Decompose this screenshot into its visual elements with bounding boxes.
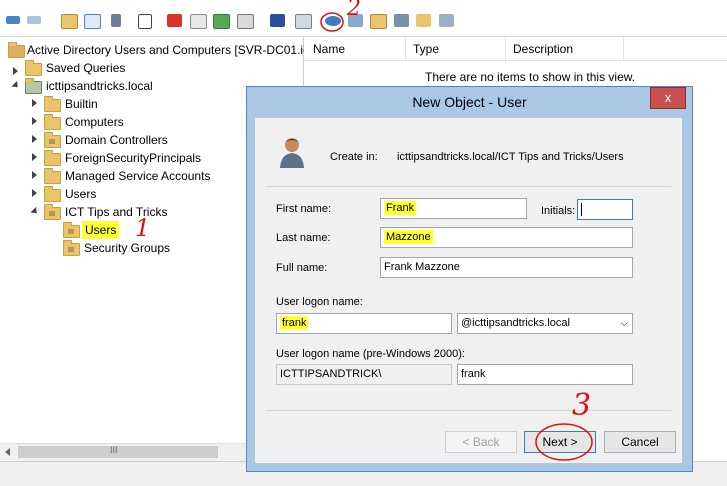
empty-list-message: There are no items to show in this view. xyxy=(425,70,636,84)
tree-root[interactable]: Active Directory Users and Computers [SV… xyxy=(27,41,309,59)
annotation-number-2: 2 xyxy=(347,0,361,21)
text-cursor xyxy=(581,203,582,216)
annotation-number-1: 1 xyxy=(135,214,151,242)
forward-icon[interactable] xyxy=(27,16,41,24)
help-icon[interactable] xyxy=(213,14,230,29)
expand-arrow-icon[interactable] xyxy=(32,99,37,107)
ou-icon xyxy=(44,132,61,148)
pre2000-domain-field: ICTTIPSANDTRICK\ xyxy=(276,364,452,385)
new-ou-icon[interactable] xyxy=(370,14,387,29)
column-divider[interactable] xyxy=(623,37,624,60)
delegate-icon[interactable] xyxy=(439,14,454,27)
ou-icon xyxy=(44,204,61,220)
tree-item-saved-queries[interactable]: Saved Queries xyxy=(46,59,125,77)
ou-icon xyxy=(63,222,80,238)
domain-suffix-value: @icttipsandtricks.local xyxy=(461,317,570,329)
pre2000-name-field[interactable]: frank xyxy=(457,364,633,385)
query-icon[interactable] xyxy=(416,14,431,27)
last-name-label: Last name: xyxy=(276,232,331,244)
tree-item-managed-service-accounts[interactable]: Managed Service Accounts xyxy=(65,167,210,185)
tree-item-security-groups[interactable]: Security Groups xyxy=(84,239,170,257)
folder-icon xyxy=(25,60,42,76)
first-name-value: Frank xyxy=(384,201,417,215)
view-icon[interactable] xyxy=(295,14,312,29)
first-name-field[interactable]: Frank xyxy=(380,198,527,219)
divider xyxy=(266,186,671,187)
tree-item-computers[interactable]: Computers xyxy=(65,113,124,131)
folder-icon xyxy=(44,96,61,112)
expand-arrow-icon[interactable] xyxy=(32,153,37,161)
scroll-left-arrow-icon[interactable] xyxy=(5,448,10,456)
annotation-circle-3 xyxy=(535,423,593,461)
new-object-user-dialog: New Object - User x Create in: icttipsan… xyxy=(246,86,693,472)
filter-icon[interactable] xyxy=(237,14,254,29)
close-icon[interactable]: x xyxy=(650,87,686,109)
expand-arrow-icon[interactable] xyxy=(32,171,37,179)
full-name-label: Full name: xyxy=(276,262,328,274)
refresh-icon[interactable] xyxy=(190,14,207,29)
domain-icon xyxy=(25,78,42,94)
tree-item-users[interactable]: Users xyxy=(65,185,96,203)
list-header: Name Type Description xyxy=(304,37,727,61)
divider xyxy=(266,410,671,411)
first-name-label: First name: xyxy=(276,203,332,215)
create-in-path: icttipsandtricks.local/ICT Tips and Tric… xyxy=(397,151,624,163)
scrollbar-thumb[interactable] xyxy=(18,446,218,458)
pre2000-label: User logon name (pre-Windows 2000): xyxy=(276,348,465,360)
dialog-title: New Object - User xyxy=(412,94,527,110)
create-in-label: Create in: xyxy=(330,151,378,163)
logon-name-label: User logon name: xyxy=(276,296,363,308)
tree-item-ict-tips-and-tricks[interactable]: ICT Tips and Tricks xyxy=(65,203,167,221)
export-icon[interactable] xyxy=(138,14,152,29)
tree-item-domain[interactable]: icttipsandtricks.local xyxy=(46,77,153,95)
initials-field[interactable] xyxy=(577,199,633,220)
expand-arrow-icon[interactable] xyxy=(32,189,37,197)
collapse-arrow-icon[interactable] xyxy=(11,80,21,91)
dialog-body: Create in: icttipsandtricks.local/ICT Ti… xyxy=(255,118,682,463)
last-name-value: Mazzone xyxy=(384,230,433,244)
expand-arrow-icon[interactable] xyxy=(32,117,37,125)
expand-arrow-icon[interactable] xyxy=(32,135,37,143)
chevron-down-icon[interactable]: ⌵ xyxy=(620,314,628,333)
column-divider[interactable] xyxy=(405,37,406,60)
folder-icon xyxy=(44,168,61,184)
annotation-number-3: 3 xyxy=(572,388,592,423)
tree-item-domain-controllers[interactable]: Domain Controllers xyxy=(65,131,168,149)
logon-name-value: frank xyxy=(280,316,309,330)
last-name-field[interactable]: Mazzone xyxy=(380,227,633,248)
column-header-description[interactable]: Description xyxy=(513,42,573,56)
show-tree-icon[interactable] xyxy=(84,14,101,29)
tree-item-builtin[interactable]: Builtin xyxy=(65,95,98,113)
column-header-type[interactable]: Type xyxy=(413,42,439,56)
cancel-button[interactable]: Cancel xyxy=(604,431,676,453)
tree-item-ict-users[interactable]: Users xyxy=(82,221,120,239)
properties-icon[interactable] xyxy=(111,14,121,27)
folder-icon xyxy=(44,186,61,202)
domain-suffix-dropdown[interactable]: @icttipsandtricks.local ⌵ xyxy=(457,313,633,334)
back-button[interactable]: < Back xyxy=(445,431,517,453)
user-icon xyxy=(280,138,304,168)
up-icon[interactable] xyxy=(61,14,78,29)
tree-item-foreign-security-principals[interactable]: ForeignSecurityPrincipals xyxy=(65,149,201,167)
column-divider[interactable] xyxy=(505,37,506,60)
folder-icon xyxy=(44,150,61,166)
aduc-root-icon xyxy=(8,42,25,58)
logon-name-field[interactable]: frank xyxy=(276,313,452,334)
initials-label: Initials: xyxy=(541,205,576,217)
ou-icon xyxy=(63,240,80,256)
delete-icon[interactable] xyxy=(167,14,182,27)
find-icon[interactable] xyxy=(270,14,285,27)
column-header-name[interactable]: Name xyxy=(313,42,345,56)
expand-arrow-icon[interactable] xyxy=(13,67,18,75)
back-icon[interactable] xyxy=(6,16,20,24)
add-to-group-icon[interactable] xyxy=(394,14,409,27)
folder-icon xyxy=(44,114,61,130)
full-name-field[interactable]: Frank Mazzone xyxy=(380,257,633,278)
collapse-arrow-icon[interactable] xyxy=(30,206,40,217)
scrollbar-grip: III xyxy=(110,445,118,455)
